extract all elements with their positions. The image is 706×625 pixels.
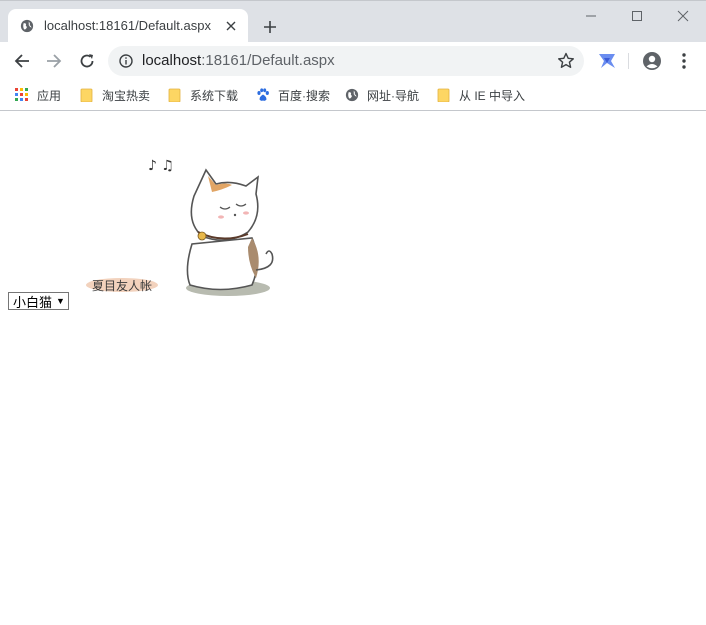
globe-icon xyxy=(20,19,34,33)
tab-title: localhost:18161/Default.aspx xyxy=(44,18,211,33)
bookmarks-bar: 应用 淘宝热卖 系统下载 百度·搜索 网址·导航 从 IE 中导入 xyxy=(0,80,706,111)
folder-icon xyxy=(168,88,181,102)
bookmark-folder-system[interactable]: 系统下载 xyxy=(168,86,238,104)
arrow-left-icon xyxy=(14,54,29,68)
close-window-button[interactable] xyxy=(660,5,706,27)
url-host: localhost xyxy=(142,52,202,69)
tab-close-icon[interactable] xyxy=(222,17,240,35)
bookmark-label: 从 IE 中导入 xyxy=(459,88,526,103)
toolbar-separator xyxy=(628,53,629,69)
star-icon[interactable] xyxy=(557,52,575,70)
profile-icon[interactable] xyxy=(642,51,662,71)
bookmark-label: 系统下载 xyxy=(190,88,239,103)
info-icon[interactable] xyxy=(119,54,133,68)
bookmark-navigation[interactable]: 网址·导航 xyxy=(345,86,419,104)
bookmark-label: 百度·搜索 xyxy=(278,88,330,103)
back-button[interactable] xyxy=(9,49,35,73)
baidu-paw-icon xyxy=(257,88,269,101)
address-bar[interactable]: localhost:18161/Default.aspx xyxy=(108,46,584,76)
folder-icon xyxy=(437,88,450,102)
music-notes: ♪ ♫ xyxy=(148,158,174,174)
maximize-button[interactable] xyxy=(614,5,660,27)
reload-button[interactable] xyxy=(74,49,100,73)
bookmark-baidu[interactable]: 百度·搜索 xyxy=(256,86,330,104)
image-caption: 夏目友人帐 xyxy=(92,278,152,293)
globe-icon xyxy=(345,88,359,102)
menu-button[interactable] xyxy=(676,51,692,71)
cat-select[interactable]: 小白猫 ▼ xyxy=(8,292,69,310)
bookmark-import-ie[interactable]: 从 IE 中导入 xyxy=(437,86,525,104)
tab-strip: localhost:18161/Default.aspx xyxy=(0,0,706,43)
reload-icon xyxy=(80,54,94,68)
apps-grid-icon xyxy=(15,88,28,101)
minimize-button[interactable] xyxy=(568,5,614,27)
bookmark-label: 淘宝热卖 xyxy=(102,88,151,103)
extension-icon[interactable] xyxy=(597,52,617,70)
browser-tab[interactable]: localhost:18161/Default.aspx xyxy=(8,9,248,43)
more-vert-icon xyxy=(682,53,686,69)
bookmark-folder-taobao[interactable]: 淘宝热卖 xyxy=(80,86,150,104)
close-icon xyxy=(677,10,689,22)
select-value: 小白猫 xyxy=(13,294,53,310)
new-tab-button[interactable] xyxy=(259,16,281,38)
minimize-icon xyxy=(586,15,596,17)
arrow-right-icon xyxy=(47,54,62,68)
bookmark-apps[interactable]: 应用 xyxy=(15,86,61,104)
dropdown-arrow-icon: ▼ xyxy=(56,296,65,306)
page-content: 小白猫 ▼ ♪ ♫ 夏目友人帐 xyxy=(0,112,706,625)
url-path: :18161/Default.aspx xyxy=(201,52,335,69)
forward-button[interactable] xyxy=(41,49,67,73)
bookmark-label: 应用 xyxy=(37,88,62,103)
plus-icon xyxy=(264,21,276,33)
bookmark-label: 网址·导航 xyxy=(367,88,419,103)
folder-icon xyxy=(80,88,93,102)
maximize-icon xyxy=(632,11,642,21)
cat-image: ♪ ♫ 夏目友人帐 xyxy=(86,158,274,296)
address-url[interactable]: localhost:18161/Default.aspx xyxy=(142,52,335,69)
browser-toolbar: localhost:18161/Default.aspx xyxy=(0,42,706,80)
